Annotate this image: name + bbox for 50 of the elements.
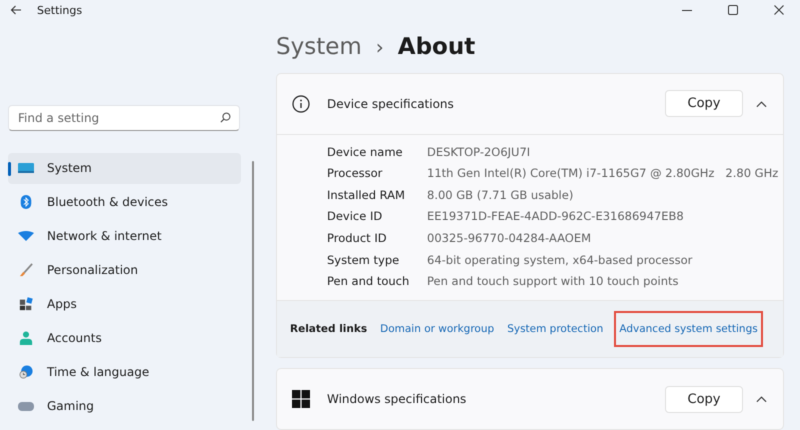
- windows-logo-icon: [292, 390, 310, 408]
- spec-label: Processor: [327, 166, 384, 180]
- page-title: About: [398, 34, 476, 60]
- brush-icon: [18, 263, 34, 278]
- sidebar-item[interactable]: Gaming: [8, 390, 241, 422]
- breadcrumb-separator: ›: [376, 34, 384, 59]
- related-link[interactable]: Advanced system settings: [616, 313, 761, 345]
- spec-value: EE19371D-FEAE-4ADD-962C-E31686947EB8: [427, 209, 684, 224]
- spec-value: Pen and touch support with 10 touch points: [427, 274, 679, 288]
- spec-label: System type: [327, 252, 400, 267]
- spec-label: Device name: [327, 144, 404, 159]
- sidebar-item[interactable]: System: [8, 152, 241, 184]
- sidebar-item[interactable]: Time & language: [8, 356, 241, 388]
- monitor-icon: [18, 161, 34, 176]
- close-icon[interactable]: [774, 5, 784, 16]
- breadcrumb-parent[interactable]: System: [276, 34, 362, 60]
- sidebar-item[interactable]: Accounts: [8, 322, 241, 354]
- spec-label: Installed RAM: [327, 188, 406, 202]
- section-title: Windows specifications: [327, 392, 466, 406]
- copy-button[interactable]: Copy: [665, 90, 743, 118]
- sidebar-item[interactable]: Apps: [8, 288, 241, 320]
- spec-value: 64-bit operating system, x64-based processor: [427, 252, 692, 267]
- search-icon: [220, 112, 231, 123]
- globe-clock-icon: [18, 365, 34, 380]
- apps-icon: [18, 297, 34, 312]
- section-title: Device specifications: [327, 96, 454, 111]
- spec-label: Device ID: [327, 209, 384, 224]
- sidebar-item[interactable]: Bluetooth & devices: [8, 186, 241, 218]
- person-icon: [18, 331, 34, 346]
- spec-label: Pen and touch: [327, 274, 410, 288]
- related-link[interactable]: System protection: [507, 319, 604, 339]
- spec-value: DESKTOP-2O6JU7I: [427, 144, 530, 159]
- spec-value: 00325-96770-04284-AAOEM: [427, 231, 592, 246]
- chevron-icon[interactable]: [756, 100, 767, 108]
- search-field[interactable]: Find a setting: [8, 104, 240, 131]
- spec-value: 11th Gen Intel(R) Core(TM) i7-1165G7 @ 2.80GHz 2.80 GHz: [427, 166, 778, 180]
- back-arrow-icon[interactable]: [10, 4, 22, 16]
- bluetooth-icon: [18, 195, 34, 210]
- maximize-icon[interactable]: [728, 5, 738, 16]
- window-title: Settings: [37, 4, 82, 17]
- sidebar-item[interactable]: Network & internet: [8, 220, 241, 252]
- related-links-label: Related links: [290, 323, 368, 335]
- wifi-icon: [18, 229, 34, 244]
- spec-value: 8.00 GB (7.71 GB usable): [427, 188, 574, 202]
- sidebar-item[interactable]: Personalization: [8, 254, 241, 286]
- copy-button[interactable]: Copy: [665, 386, 743, 412]
- info-icon: [292, 94, 310, 113]
- spec-label: Product ID: [327, 231, 388, 246]
- chevron-icon[interactable]: [756, 395, 767, 403]
- related-link[interactable]: Domain or workgroup: [380, 319, 494, 339]
